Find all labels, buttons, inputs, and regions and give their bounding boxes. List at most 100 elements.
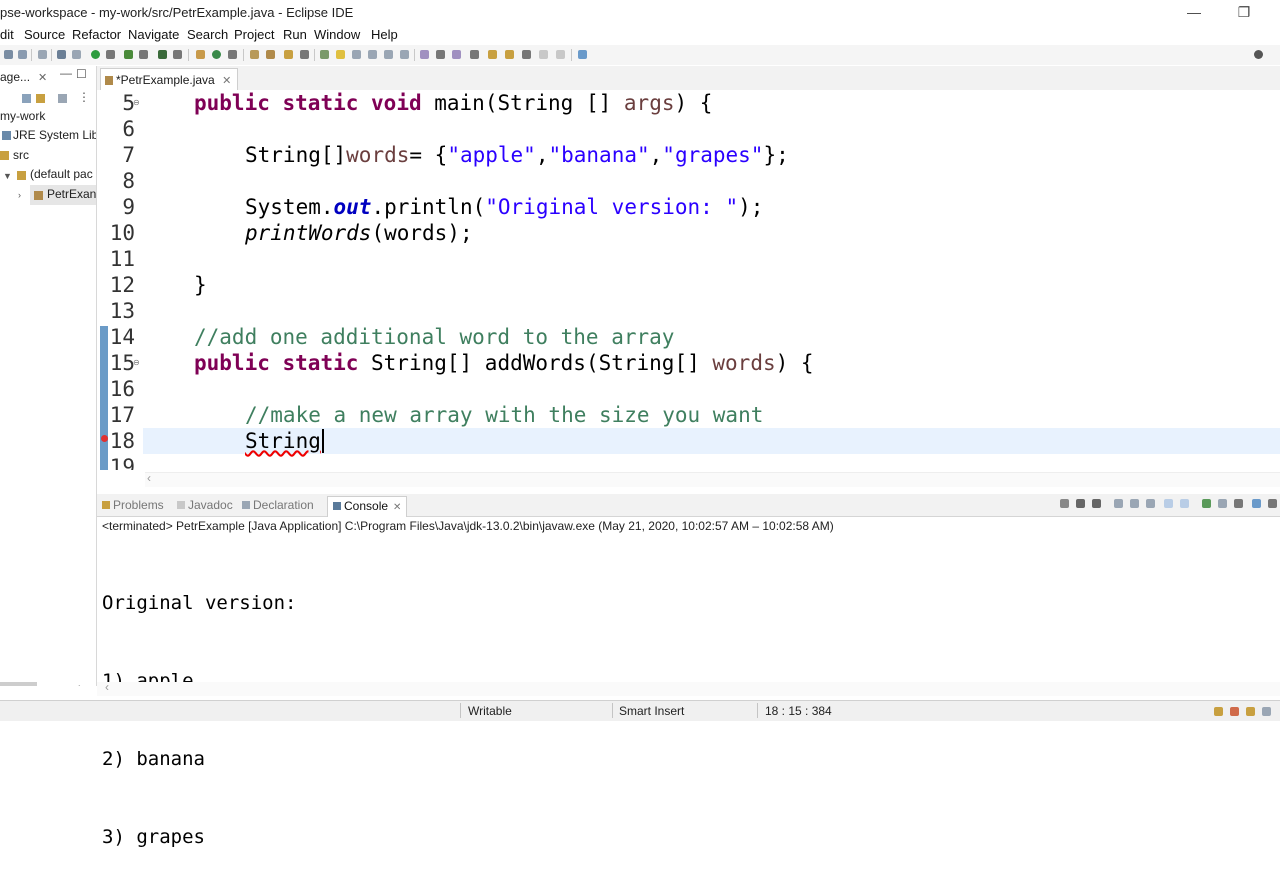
- pin-editor-icon[interactable]: [578, 50, 587, 59]
- tasks-icon[interactable]: [1246, 707, 1255, 716]
- scroll-lock-icon[interactable]: [1130, 499, 1139, 508]
- run-icon[interactable]: [91, 50, 100, 59]
- tree-item-default-package[interactable]: (default pac: [30, 167, 93, 181]
- word-wrap-icon[interactable]: [368, 50, 377, 59]
- show-whitespace-icon[interactable]: [384, 50, 393, 59]
- show-on-stdout-icon[interactable]: [1164, 499, 1173, 508]
- editor-horizontal-scrollbar[interactable]: ‹: [145, 471, 1280, 487]
- toggle-breadcrumb-icon[interactable]: [320, 50, 329, 59]
- remove-all-icon[interactable]: [1092, 499, 1101, 508]
- tree-item-my-work[interactable]: my-work: [0, 109, 45, 123]
- display-console-icon[interactable]: [1218, 499, 1227, 508]
- restore-button[interactable]: ❐: [1233, 2, 1255, 22]
- new-dropdown-icon[interactable]: [228, 50, 237, 59]
- console-horizontal-scrollbar[interactable]: ‹: [97, 680, 1280, 696]
- menu-window[interactable]: Window: [314, 27, 360, 42]
- search-dropdown-icon[interactable]: [300, 50, 309, 59]
- dropdown-icon[interactable]: [72, 50, 81, 59]
- tab-console[interactable]: Console ✕: [327, 496, 408, 517]
- progress-icon[interactable]: [1214, 707, 1223, 716]
- package-explorer-tab[interactable]: age...: [0, 70, 30, 84]
- status-bar: Writable Smart Insert 18 : 15 : 384: [0, 700, 1280, 721]
- link-editor-icon[interactable]: [36, 94, 45, 103]
- pin-console-icon[interactable]: [1202, 499, 1211, 508]
- debug-icon[interactable]: [57, 50, 66, 59]
- forward-dropdown-icon[interactable]: [556, 50, 565, 59]
- back-dropdown-icon[interactable]: [522, 50, 531, 59]
- word-wrap-icon[interactable]: [1146, 499, 1155, 508]
- next-annotation-dropdown-icon[interactable]: [436, 50, 445, 59]
- menu-project[interactable]: Project: [234, 27, 274, 42]
- back-icon[interactable]: [505, 50, 514, 59]
- external-tools-icon[interactable]: [158, 50, 167, 59]
- display-console-dropdown-icon[interactable]: [1234, 499, 1243, 508]
- save-icon[interactable]: [4, 50, 13, 59]
- previous-annotation-dropdown-icon[interactable]: [470, 50, 479, 59]
- new-java-project-icon[interactable]: [196, 50, 205, 59]
- maximize-view-icon[interactable]: ☐: [76, 67, 87, 81]
- horizontal-scrollbar-thumb[interactable]: [0, 682, 37, 686]
- open-task-icon[interactable]: [266, 50, 275, 59]
- menu-run[interactable]: Run: [283, 27, 307, 42]
- collapse-all-icon[interactable]: [22, 94, 31, 103]
- scroll-left-icon[interactable]: ‹: [105, 680, 109, 694]
- status-insert-mode[interactable]: Smart Insert: [619, 704, 684, 718]
- menu-help[interactable]: Help: [371, 27, 398, 42]
- show-on-stderr-icon[interactable]: [1180, 499, 1189, 508]
- run-dropdown-icon[interactable]: [106, 50, 115, 59]
- menu-refactor[interactable]: Refactor: [72, 27, 121, 42]
- filter-icon[interactable]: [58, 94, 67, 103]
- minimize-view-icon[interactable]: —: [60, 66, 72, 80]
- external-tools-dropdown-icon[interactable]: [173, 50, 182, 59]
- skip-breakpoints-icon[interactable]: [38, 50, 47, 59]
- minimize-button[interactable]: —: [1183, 2, 1205, 22]
- menu-search[interactable]: Search: [187, 27, 228, 42]
- chevron-down-icon[interactable]: ▼: [3, 171, 12, 181]
- previous-annotation-icon[interactable]: [452, 50, 461, 59]
- tree-item-jre-system-library[interactable]: JRE System Lib: [13, 128, 96, 142]
- next-annotation-icon[interactable]: [420, 50, 429, 59]
- coverage-dropdown-icon[interactable]: [139, 50, 148, 59]
- status-menu-icon[interactable]: [1262, 707, 1271, 716]
- forward-icon[interactable]: [539, 50, 548, 59]
- tab-javadoc[interactable]: Javadoc: [177, 498, 233, 512]
- code-editor[interactable]: 5 6 7 8 9 10 11 12 13 14 15 16 17 18 19 …: [97, 90, 1280, 470]
- menu-edit[interactable]: dit: [0, 27, 14, 42]
- tree-item-petrexample[interactable]: PetrExan: [47, 187, 96, 201]
- clear-console-icon[interactable]: [1114, 499, 1123, 508]
- quick-access-search-icon[interactable]: [1254, 50, 1263, 59]
- save-all-icon[interactable]: [18, 50, 27, 59]
- fold-icon[interactable]: ⊖: [133, 98, 140, 107]
- coverage-icon[interactable]: [124, 50, 133, 59]
- block-selection-icon[interactable]: [352, 50, 361, 59]
- menu-navigate[interactable]: Navigate: [128, 27, 179, 42]
- open-console-dropdown-icon[interactable]: [1268, 499, 1277, 508]
- error-icon[interactable]: [101, 435, 108, 442]
- notification-icon[interactable]: [1230, 707, 1239, 716]
- text-cursor: ​: [321, 429, 324, 453]
- mark-occurrences-icon[interactable]: [336, 50, 345, 59]
- tab-problems[interactable]: Problems: [102, 498, 164, 512]
- menu-source[interactable]: Source: [24, 27, 65, 42]
- editor-tab-petrexample[interactable]: *PetrExample.java ✕: [100, 68, 239, 91]
- terminate-icon[interactable]: [1060, 499, 1069, 508]
- close-icon[interactable]: ✕: [222, 75, 231, 87]
- close-icon[interactable]: ✕: [38, 71, 47, 84]
- search-icon[interactable]: [284, 50, 293, 59]
- pilcrow-icon[interactable]: [400, 50, 409, 59]
- open-console-icon[interactable]: [1252, 499, 1261, 508]
- new-class-icon[interactable]: [212, 50, 221, 59]
- close-icon[interactable]: ✕: [393, 502, 401, 513]
- scroll-right-icon[interactable]: ›: [78, 679, 83, 686]
- chevron-right-icon[interactable]: ›: [18, 190, 21, 200]
- remove-launch-icon[interactable]: [1076, 499, 1085, 508]
- package-icon: [17, 171, 26, 180]
- last-edit-icon[interactable]: [488, 50, 497, 59]
- scroll-left-icon[interactable]: ‹: [147, 471, 151, 485]
- tab-declaration[interactable]: Declaration: [242, 498, 314, 512]
- status-cursor-position[interactable]: 18 : 15 : 384: [765, 704, 832, 718]
- tree-item-src[interactable]: src: [13, 148, 29, 162]
- view-menu-icon[interactable]: ⋮: [78, 90, 90, 104]
- open-type-icon[interactable]: [250, 50, 259, 59]
- fold-icon[interactable]: ⊖: [133, 358, 140, 367]
